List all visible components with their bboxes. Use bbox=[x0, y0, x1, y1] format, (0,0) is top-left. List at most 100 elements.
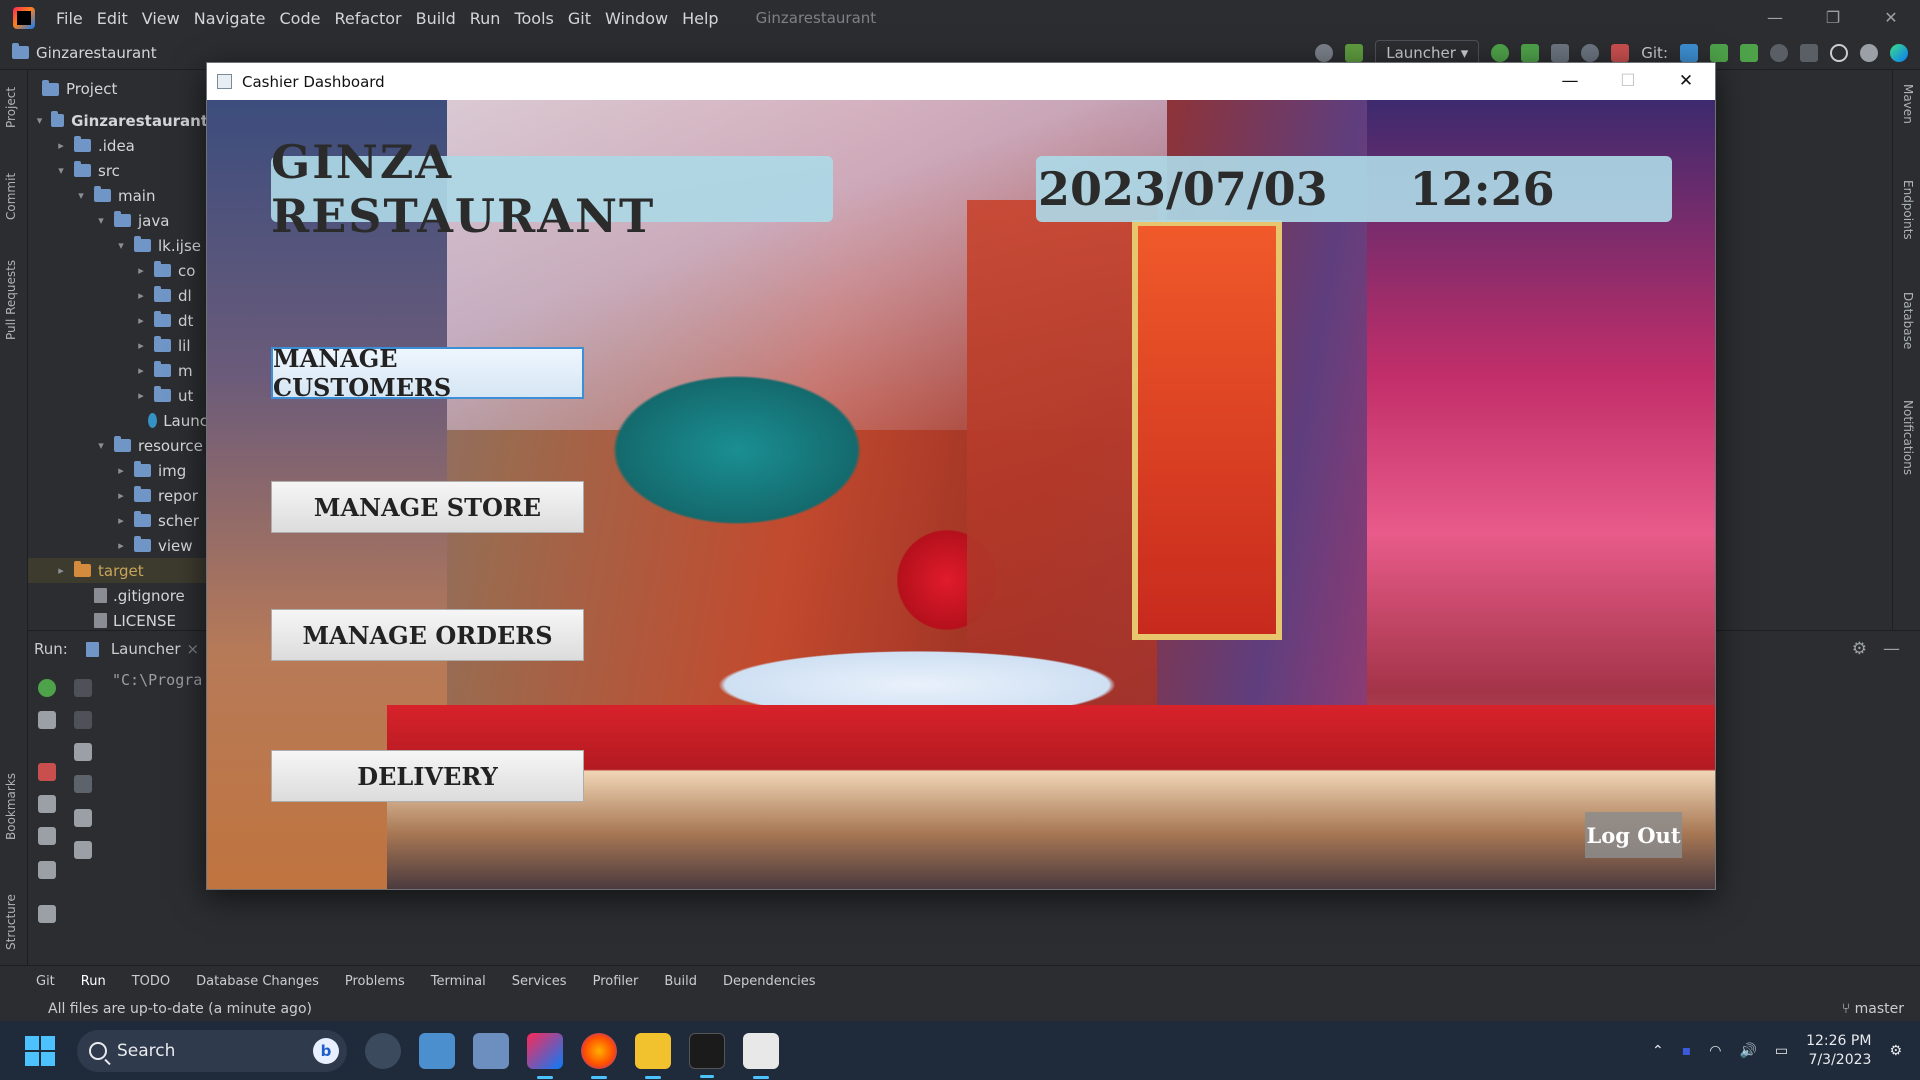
logout-button[interactable]: Log Out bbox=[1585, 812, 1682, 858]
chevron-right-icon[interactable]: ▸ bbox=[114, 514, 128, 527]
manage-orders-button[interactable]: MANAGE ORDERS bbox=[271, 609, 584, 661]
layout-icon[interactable] bbox=[38, 861, 56, 879]
windows-start-icon[interactable] bbox=[25, 1035, 55, 1066]
minimize-panel-icon[interactable]: — bbox=[1883, 639, 1900, 659]
bottom-tab-build[interactable]: Build bbox=[664, 974, 697, 989]
chevron-down-icon[interactable]: ▾ bbox=[94, 439, 108, 452]
arrow-down-icon[interactable] bbox=[74, 711, 92, 729]
bottom-tab-problems[interactable]: Problems bbox=[345, 974, 405, 989]
tree-item[interactable]: ▸ m bbox=[28, 358, 208, 383]
project-panel-title[interactable]: Project bbox=[66, 80, 117, 98]
menu-build[interactable]: Build bbox=[409, 9, 463, 28]
menu-refactor[interactable]: Refactor bbox=[327, 9, 408, 28]
git-branch[interactable]: ⑂ master bbox=[1842, 997, 1904, 1021]
tool-structure[interactable]: Structure bbox=[4, 894, 18, 950]
scroll-to-end-icon[interactable] bbox=[74, 775, 92, 793]
menu-file[interactable]: File bbox=[49, 9, 90, 28]
firefox-icon[interactable] bbox=[581, 1032, 617, 1079]
chevron-up-icon[interactable]: ⌃ bbox=[1652, 1043, 1664, 1059]
menu-tools[interactable]: Tools bbox=[507, 9, 560, 28]
tree-item[interactable]: ▸ co bbox=[28, 258, 208, 283]
tool-maven[interactable]: Maven bbox=[1901, 84, 1915, 124]
bottom-tab-todo[interactable]: TODO bbox=[132, 974, 170, 989]
pin-icon[interactable] bbox=[38, 905, 56, 923]
ide-minimize-button[interactable]: — bbox=[1746, 0, 1804, 36]
window-titlebar[interactable]: Cashier Dashboard — ☐ ✕ bbox=[207, 63, 1715, 100]
file-explorer-icon[interactable] bbox=[635, 1032, 671, 1079]
profiler-icon[interactable] bbox=[1581, 44, 1600, 62]
history-icon[interactable] bbox=[1770, 44, 1788, 62]
stop-icon[interactable] bbox=[38, 763, 56, 781]
chevron-right-icon[interactable]: ▸ bbox=[134, 289, 148, 302]
menu-window[interactable]: Window bbox=[598, 9, 675, 28]
print-icon[interactable] bbox=[74, 809, 92, 827]
camera-app-icon[interactable] bbox=[365, 1032, 401, 1069]
bottom-tab-services[interactable]: Services bbox=[512, 974, 567, 989]
terminal-icon[interactable] bbox=[689, 1032, 725, 1078]
chevron-right-icon[interactable]: ▸ bbox=[114, 539, 128, 552]
bottom-tab-git[interactable]: Git bbox=[36, 974, 55, 989]
delivery-button[interactable]: DELIVERY bbox=[271, 750, 584, 802]
close-button[interactable]: ✕ bbox=[1657, 63, 1715, 100]
minimize-button[interactable]: — bbox=[1541, 63, 1599, 100]
bottom-tab-terminal[interactable]: Terminal bbox=[431, 974, 486, 989]
git-commit-icon[interactable] bbox=[1710, 44, 1728, 62]
tool-database[interactable]: Database bbox=[1901, 292, 1915, 349]
menu-edit[interactable]: Edit bbox=[90, 9, 135, 28]
run-tab-launcher[interactable]: Launcher × bbox=[85, 640, 199, 658]
tree-item[interactable]: ▸ img bbox=[28, 458, 208, 483]
debug-icon[interactable] bbox=[1521, 44, 1540, 62]
intellij-taskbar-icon[interactable] bbox=[527, 1032, 563, 1079]
ide-close-button[interactable]: ✕ bbox=[1862, 0, 1920, 36]
tree-item[interactable]: ▾ main bbox=[28, 183, 208, 208]
wrench-icon[interactable] bbox=[38, 711, 56, 729]
tool-project[interactable]: Project bbox=[4, 87, 18, 128]
bing-icon[interactable]: b bbox=[313, 1037, 339, 1064]
chevron-down-icon[interactable]: ▾ bbox=[34, 114, 45, 127]
hammer-icon[interactable] bbox=[1345, 44, 1364, 62]
notifications-icon[interactable]: ⚙ bbox=[1889, 1043, 1902, 1059]
tree-item[interactable]: ▸ scher bbox=[28, 508, 208, 533]
tree-item[interactable]: ▾ resource bbox=[28, 433, 208, 458]
tool-commit[interactable]: Commit bbox=[4, 173, 18, 220]
chevron-down-icon[interactable]: ▾ bbox=[74, 189, 88, 202]
chevron-right-icon[interactable]: ▸ bbox=[54, 564, 68, 577]
menu-git[interactable]: Git bbox=[561, 9, 598, 28]
chevron-down-icon[interactable]: ▾ bbox=[54, 164, 68, 177]
tree-item[interactable]: ▸ dt bbox=[28, 308, 208, 333]
tree-item[interactable]: ▸ ut bbox=[28, 383, 208, 408]
manage-customers-button[interactable]: MANAGE CUSTOMERS bbox=[271, 344, 584, 402]
bottom-tab-database-changes[interactable]: Database Changes bbox=[196, 974, 319, 989]
tree-item[interactable]: .gitignore bbox=[28, 583, 208, 608]
bottom-tab-profiler[interactable]: Profiler bbox=[593, 974, 639, 989]
gear-icon[interactable] bbox=[1860, 44, 1878, 62]
rollback-icon[interactable] bbox=[1800, 44, 1818, 62]
coverage-icon[interactable] bbox=[1551, 44, 1570, 62]
git-push-icon[interactable] bbox=[1740, 44, 1758, 62]
menu-run[interactable]: Run bbox=[463, 9, 508, 28]
wifi-icon[interactable]: ◠ bbox=[1709, 1043, 1721, 1059]
breadcrumb[interactable]: Ginzarestaurant bbox=[0, 43, 157, 62]
tree-item[interactable]: ▾ java bbox=[28, 208, 208, 233]
tree-item[interactable]: ▸ repor bbox=[28, 483, 208, 508]
search-icon[interactable] bbox=[1830, 44, 1848, 62]
menu-code[interactable]: Code bbox=[273, 9, 328, 28]
taskbar-search[interactable]: Search b bbox=[77, 1029, 347, 1072]
tree-item[interactable]: ▾ Ginzarestaurant bbox=[28, 108, 208, 133]
chevron-right-icon[interactable]: ▸ bbox=[134, 364, 148, 377]
manage-store-button[interactable]: MANAGE STORE bbox=[271, 481, 584, 533]
soft-wrap-icon[interactable] bbox=[74, 743, 92, 761]
rerun-icon[interactable] bbox=[38, 679, 56, 697]
tool-notifications[interactable]: Notifications bbox=[1901, 400, 1915, 475]
tree-item[interactable]: ▾ lk.ijse bbox=[28, 233, 208, 258]
tree-item[interactable]: ▾ src bbox=[28, 158, 208, 183]
tool-bookmarks[interactable]: Bookmarks bbox=[4, 773, 18, 840]
rerun-icon[interactable] bbox=[1491, 44, 1510, 62]
taskbar-clock[interactable]: 12:26 PM 7/3/2023 bbox=[1806, 1032, 1871, 1070]
bottom-tab-dependencies[interactable]: Dependencies bbox=[723, 974, 816, 989]
plugin-icon[interactable] bbox=[1890, 44, 1908, 62]
intellij-logo-icon[interactable] bbox=[13, 7, 35, 29]
tree-item[interactable]: ▸ target bbox=[28, 558, 208, 583]
menu-help[interactable]: Help bbox=[675, 9, 725, 28]
tool-endpoints[interactable]: Endpoints bbox=[1901, 180, 1915, 240]
